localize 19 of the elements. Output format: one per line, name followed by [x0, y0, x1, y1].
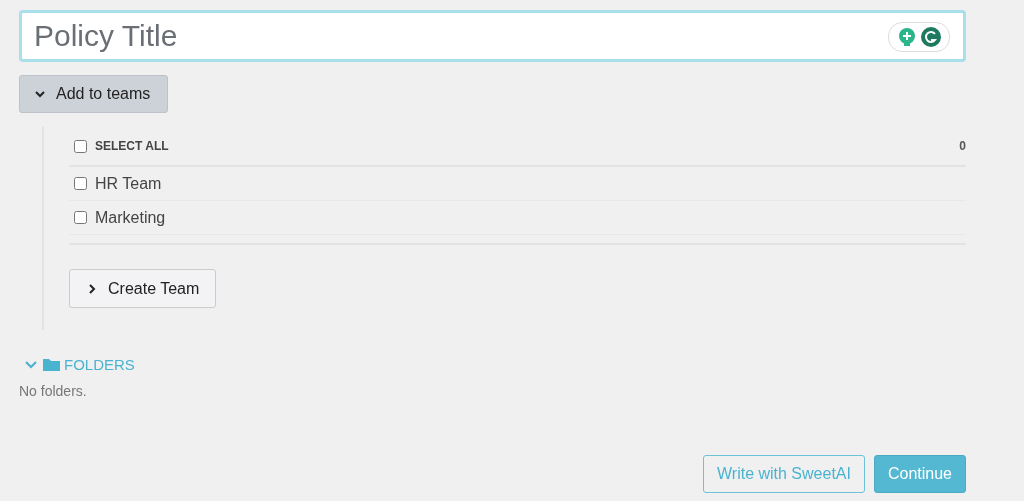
team-label: HR Team — [95, 174, 162, 193]
team-checkbox[interactable] — [74, 211, 87, 224]
empty-message: No folders. — [19, 383, 88, 399]
chevron-icon — [34, 88, 46, 100]
title-field[interactable]: Policy Title — [19, 10, 966, 62]
chevron-icon — [86, 282, 98, 295]
write-button[interactable]: Write with SweetAI — [703, 455, 865, 493]
select-all-label: SELECT ALL — [95, 139, 169, 153]
writing-assistant-icon[interactable] — [888, 22, 950, 52]
add-to-teams-button[interactable]: Add to teams — [19, 75, 168, 113]
chevron-icon — [23, 358, 39, 371]
team-label: Marketing — [95, 208, 166, 227]
continue-button[interactable]: Continue — [873, 455, 966, 493]
selected-count: 0 — [959, 139, 966, 153]
folders-toggle[interactable]: FOLDERS — [19, 356, 966, 373]
select-all-checkbox[interactable] — [74, 139, 87, 153]
team-checkbox[interactable] — [74, 177, 87, 190]
create-team-button[interactable]: Create Team — [69, 269, 217, 308]
folder-icon — [43, 358, 60, 371]
